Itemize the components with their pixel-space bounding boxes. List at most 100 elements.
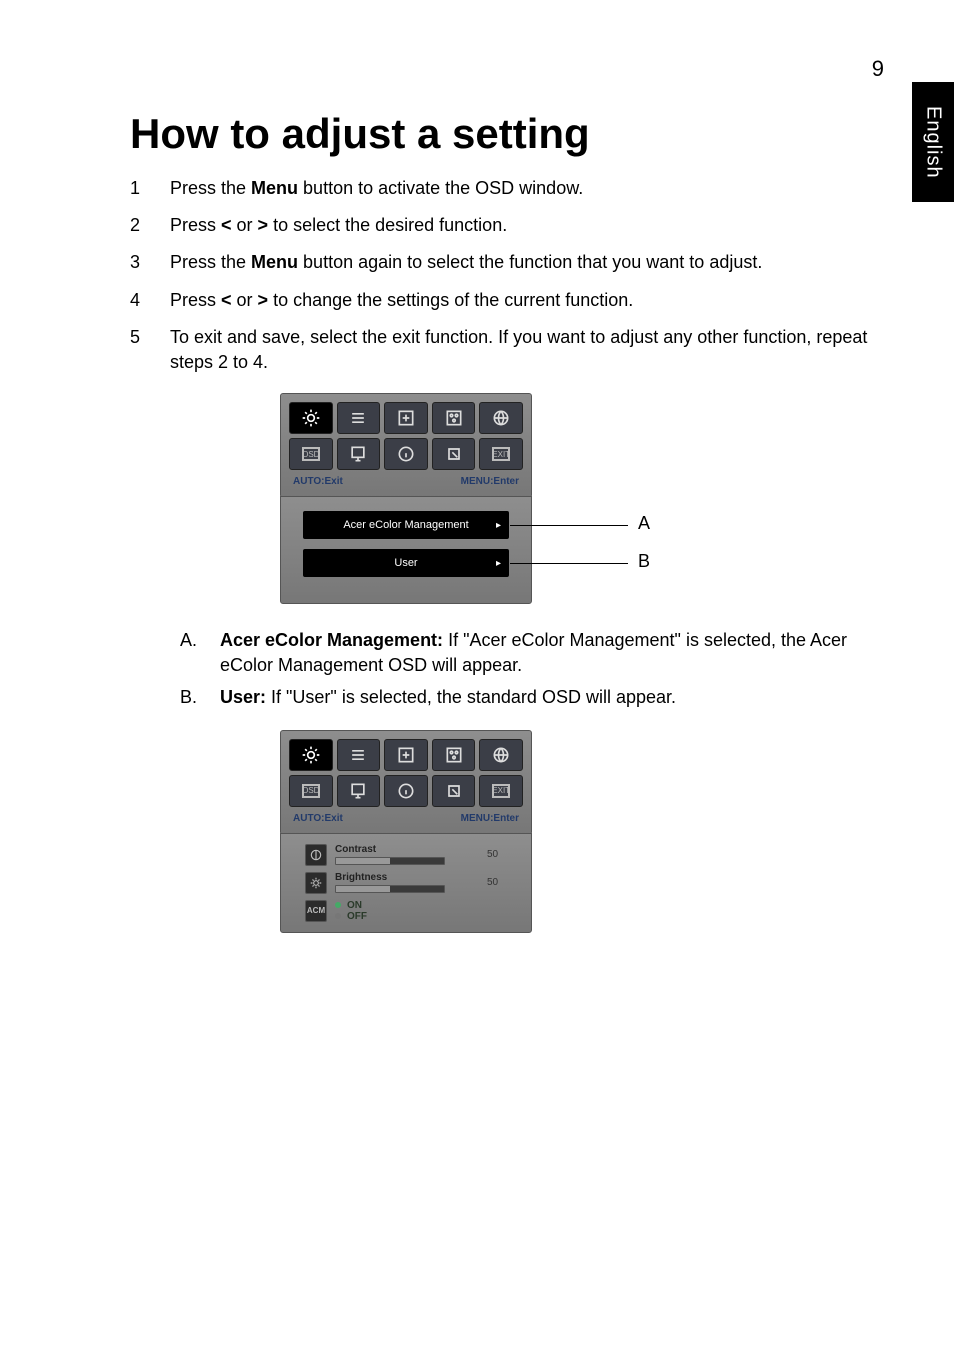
callout-label-b: B — [638, 551, 650, 572]
osd2-tab-row-2: OSD EXIT — [289, 775, 523, 807]
brightness-setting-icon — [305, 872, 327, 894]
step-4: 4 Press < or > to change the settings of… — [130, 288, 870, 313]
step-text: Press < or > to change the settings of t… — [170, 288, 870, 313]
info-icon — [396, 444, 416, 464]
callout-label-a: A — [638, 513, 650, 534]
arrow-right-icon: ▸ — [496, 520, 501, 531]
reset-icon — [444, 444, 464, 464]
position-icon — [396, 408, 416, 428]
osd-tab-exit[interactable]: EXIT — [479, 775, 523, 807]
acm-on-option[interactable]: ON — [335, 900, 367, 911]
osd-tab-globe[interactable] — [479, 739, 523, 771]
osd-tab-language[interactable] — [337, 775, 381, 807]
osd-tab-osd[interactable]: OSD — [289, 775, 333, 807]
contrast-row: Contrast 50 — [305, 844, 507, 866]
osd-tab-osd[interactable]: OSD — [289, 438, 333, 470]
acm-off-option[interactable]: OFF — [335, 911, 367, 922]
osd-figure-2: OSD EXIT AUTO:Exit MENU:Enter Contrast 5… — [280, 730, 700, 933]
osd-tab-brightness[interactable] — [289, 739, 333, 771]
step-number: 4 — [130, 288, 170, 313]
info-icon — [396, 781, 416, 801]
step-text: Press the Menu button again to select th… — [170, 250, 870, 275]
page-title: How to adjust a setting — [130, 110, 870, 158]
brightness-icon — [301, 408, 321, 428]
osd-footer-left: AUTO:Exit — [293, 476, 343, 487]
page-content: How to adjust a setting 1 Press the Menu… — [130, 110, 870, 957]
step-text: Press the Menu button to activate the OS… — [170, 176, 870, 201]
sublist-text: User: If "User" is selected, the standar… — [220, 685, 870, 710]
osd-tab-row-2: OSD EXIT — [289, 438, 523, 470]
reset-icon — [444, 781, 464, 801]
osd-menu-item-label: Acer eColor Management — [311, 519, 501, 531]
radio-dot-icon — [335, 913, 341, 919]
sublist-text: Acer eColor Management: If "Acer eColor … — [220, 628, 870, 678]
osd-tab-reset[interactable] — [432, 438, 476, 470]
osd-tab-language[interactable] — [337, 438, 381, 470]
sublist: A. Acer eColor Management: If "Acer eCol… — [180, 628, 870, 710]
osd-lower-panel: Acer eColor Management ▸ User ▸ — [280, 496, 532, 604]
brightness-value: 50 — [487, 877, 507, 888]
list-icon — [348, 408, 368, 428]
step-number: 5 — [130, 325, 170, 375]
callout-line-b — [510, 563, 628, 564]
step-3: 3 Press the Menu button again to select … — [130, 250, 870, 275]
osd-tab-info[interactable] — [384, 438, 428, 470]
osd-footer-2: AUTO:Exit MENU:Enter — [289, 811, 523, 824]
step-5: 5 To exit and save, select the exit func… — [130, 325, 870, 375]
exit-label-icon: EXIT — [492, 447, 510, 461]
step-number: 2 — [130, 213, 170, 238]
osd-tab-row-1 — [289, 402, 523, 434]
page-number: 9 — [872, 56, 884, 82]
osd-tab-brightness[interactable] — [289, 402, 333, 434]
osd-tab-position[interactable] — [384, 739, 428, 771]
osd-tab-color[interactable] — [432, 739, 476, 771]
language-icon — [348, 444, 368, 464]
contrast-icon — [305, 844, 327, 866]
steps-list: 1 Press the Menu button to activate the … — [130, 176, 870, 375]
color-icon — [444, 408, 464, 428]
osd-footer: AUTO:Exit MENU:Enter — [289, 474, 523, 487]
language-icon — [348, 781, 368, 801]
osd-label-icon: OSD — [302, 784, 320, 798]
brightness-row: Brightness 50 — [305, 872, 507, 894]
osd-tab-exit[interactable]: EXIT — [479, 438, 523, 470]
osd-figure-1: OSD EXIT AUTO:Exit MENU:Enter — [280, 393, 700, 604]
step-2: 2 Press < or > to select the desired fun… — [130, 213, 870, 238]
osd-settings-panel: Contrast 50 Brightness 50 ACM ON OFF — [280, 833, 532, 933]
osd-tab-list[interactable] — [337, 402, 381, 434]
language-tab-label: English — [922, 106, 945, 179]
osd-footer-left: AUTO:Exit — [293, 813, 343, 824]
sublist-letter: B. — [180, 685, 220, 710]
step-text: To exit and save, select the exit functi… — [170, 325, 870, 375]
acm-icon: ACM — [305, 900, 327, 922]
osd-menu-item-user[interactable]: User ▸ — [303, 549, 509, 577]
arrow-right-icon: ▸ — [496, 558, 501, 569]
color-icon — [444, 745, 464, 765]
osd-tab-color[interactable] — [432, 402, 476, 434]
sublist-letter: A. — [180, 628, 220, 678]
osd-tab-position[interactable] — [384, 402, 428, 434]
position-icon — [396, 745, 416, 765]
acm-row: ACM ON OFF — [305, 900, 507, 922]
contrast-label: Contrast — [335, 844, 479, 855]
osd-tab-reset[interactable] — [432, 775, 476, 807]
osd-footer-right: MENU:Enter — [461, 813, 519, 824]
step-text: Press < or > to select the desired funct… — [170, 213, 870, 238]
osd-tab-globe[interactable] — [479, 402, 523, 434]
brightness-slider[interactable] — [335, 885, 445, 893]
step-number: 3 — [130, 250, 170, 275]
contrast-slider[interactable] — [335, 857, 445, 865]
contrast-value: 50 — [487, 849, 507, 860]
globe-icon — [491, 745, 511, 765]
osd-tab-info[interactable] — [384, 775, 428, 807]
osd2-tab-row-1 — [289, 739, 523, 771]
language-tab: English — [912, 82, 954, 202]
exit-label-icon: EXIT — [492, 784, 510, 798]
osd-top-panel-2: OSD EXIT AUTO:Exit MENU:Enter — [280, 730, 532, 835]
osd-menu-item-label: User — [311, 557, 501, 569]
step-1: 1 Press the Menu button to activate the … — [130, 176, 870, 201]
brightness-icon — [301, 745, 321, 765]
osd-footer-right: MENU:Enter — [461, 476, 519, 487]
osd-menu-item-ecolor[interactable]: Acer eColor Management ▸ — [303, 511, 509, 539]
osd-tab-list[interactable] — [337, 739, 381, 771]
